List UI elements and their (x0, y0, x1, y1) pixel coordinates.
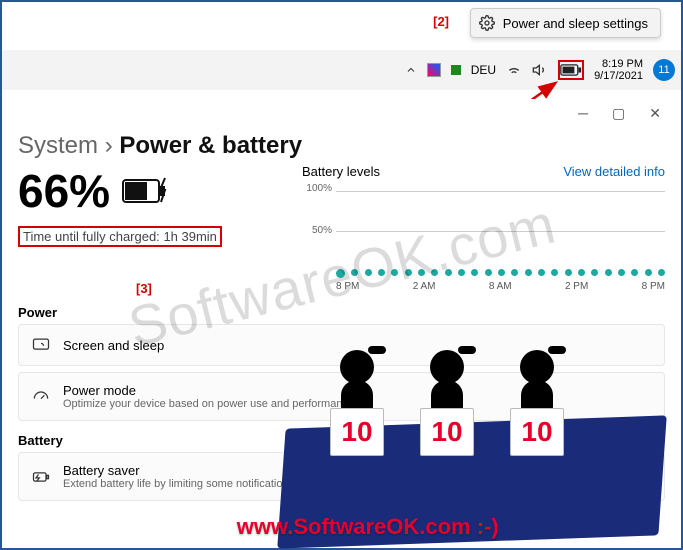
close-button[interactable]: ✕ (649, 105, 661, 122)
time: 8:19 PM (594, 58, 643, 70)
overlay-judge: 10 (322, 350, 392, 456)
screen-icon (31, 335, 51, 355)
battery-saver-icon (31, 467, 51, 487)
tray-indicator-icon[interactable] (451, 65, 461, 75)
overlay-judge: 10 (502, 350, 572, 456)
date: 9/17/2021 (594, 70, 643, 82)
page-title: Power & battery (119, 132, 302, 159)
minimize-button[interactable]: ─ (578, 105, 588, 122)
gauge-icon (31, 387, 51, 407)
tray-app-icon[interactable] (427, 63, 441, 77)
popup-label: Power and sleep settings (503, 16, 648, 31)
battery-percent: 66% (18, 164, 288, 218)
system-tray: DEU 8:19 PM 9/17/2021 11 (405, 58, 675, 82)
footer-url: www.SoftwareOK.com :-) (237, 514, 499, 540)
breadcrumb-root[interactable]: System (18, 132, 98, 159)
annotation-2: [2] (433, 14, 449, 29)
chevron-up-icon[interactable] (405, 64, 417, 76)
card-subtitle: Optimize your device based on power use … (63, 398, 354, 410)
battery-chart: 100% 50% 8 PM 2 AM 8 AM 2 PM 8 PM (302, 183, 665, 293)
window-controls: ─ ▢ ✕ (6, 99, 677, 122)
card-title: Power mode (63, 383, 354, 398)
notification-badge[interactable]: 11 (653, 59, 675, 81)
overlay-judge: 10 (412, 350, 482, 456)
battery-tray-icon[interactable] (558, 60, 584, 80)
gear-icon (479, 15, 495, 31)
breadcrumb: System › Power & battery (6, 122, 677, 164)
clock[interactable]: 8:19 PM 9/17/2021 (594, 58, 643, 82)
power-sleep-popup[interactable]: Power and sleep settings (470, 8, 661, 38)
annotation-3: [3] (136, 281, 152, 296)
chart-dots (336, 269, 665, 278)
language-indicator[interactable]: DEU (471, 63, 496, 77)
battery-charging-icon (122, 176, 168, 206)
section-power: Power (18, 305, 677, 320)
wifi-icon[interactable] (506, 62, 522, 78)
time-until-charged: Time until fully charged: 1h 39min (18, 226, 222, 247)
chevron-right-icon: › (105, 132, 113, 159)
volume-icon[interactable] (532, 62, 548, 78)
chart-title: Battery levels (302, 164, 380, 179)
taskbar: DEU 8:19 PM 9/17/2021 11 (2, 50, 681, 90)
view-detailed-link[interactable]: View detailed info (563, 164, 665, 179)
maximize-button[interactable]: ▢ (612, 105, 625, 122)
card-title: Screen and sleep (63, 338, 164, 353)
